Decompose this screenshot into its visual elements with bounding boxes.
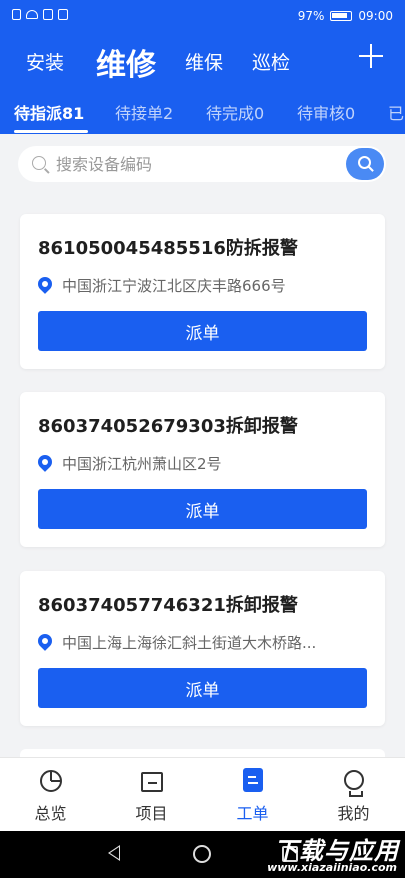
pie-chart-icon: [40, 770, 62, 792]
work-order-address: 中国浙江宁波江北区庆丰路666号: [62, 277, 286, 295]
user-icon: [344, 770, 364, 797]
status-tabs: 待指派81 待接单2 待完成0 待审核0 已: [0, 96, 405, 134]
active-tab-indicator: [14, 130, 88, 133]
category-install[interactable]: 安装: [26, 48, 64, 75]
search-button[interactable]: [346, 148, 384, 180]
work-order-address: 中国浙江杭州萧山区2号: [62, 455, 222, 473]
nav-projects[interactable]: 项目: [101, 758, 202, 832]
location-pin-icon: [35, 274, 55, 294]
status-bar: 97% 09:00: [0, 0, 405, 34]
work-order-title: 860374057746321拆卸报警: [38, 595, 298, 616]
nfc-icon: [43, 9, 53, 20]
status-icons-right: 97% 09:00: [298, 9, 393, 23]
category-inspection[interactable]: 巡检: [252, 48, 290, 75]
watermark: 下载与应用 www.xiazaiiniao.com: [251, 831, 401, 878]
search-bar: [18, 146, 386, 182]
location-pin-icon: [35, 452, 55, 472]
system-nav-bar: 下载与应用 www.xiazaiiniao.com: [0, 831, 405, 878]
work-order-title: 860374052679303拆卸报警: [38, 416, 298, 437]
clock: 09:00: [358, 9, 393, 23]
nav-label: 工单: [236, 804, 269, 823]
home-icon[interactable]: [193, 845, 211, 863]
vibrate-icon: [58, 9, 68, 20]
tab-to-assign[interactable]: 待指派81: [14, 100, 84, 124]
tab-to-complete[interactable]: 待完成0: [206, 100, 264, 124]
nav-label: 项目: [135, 804, 168, 823]
tab-to-accept[interactable]: 待接单2: [115, 100, 173, 124]
nav-label: 总览: [34, 804, 67, 823]
nav-overview[interactable]: 总览: [0, 758, 101, 832]
work-order-card: 860374052679303拆卸报警 中国浙江杭州萧山区2号 派单: [20, 392, 385, 547]
work-order-address: 中国上海上海徐汇斜土街道大木桥路...: [62, 634, 317, 652]
dispatch-button[interactable]: 派单: [38, 668, 367, 708]
search-icon: [32, 156, 46, 170]
wifi-icon: [26, 10, 38, 19]
category-maintenance[interactable]: 维保: [185, 48, 223, 75]
back-icon[interactable]: [108, 845, 120, 861]
tab-overflow[interactable]: 已: [388, 100, 404, 124]
folder-icon: [141, 772, 163, 792]
battery-icon: [330, 11, 353, 21]
add-icon[interactable]: [359, 44, 383, 68]
battery-percent: 97%: [297, 9, 325, 23]
category-nav: 安装 维修 维保 巡检: [0, 40, 405, 84]
nav-work-orders[interactable]: 工单: [202, 758, 303, 832]
dispatch-button[interactable]: 派单: [38, 311, 367, 351]
location-pin-icon: [35, 631, 55, 651]
dispatch-button[interactable]: 派单: [38, 489, 367, 529]
nav-label: 我的: [337, 804, 370, 823]
category-repair[interactable]: 维修: [96, 40, 156, 84]
work-order-card: 860374057746321拆卸报警 中国上海上海徐汇斜土街道大木桥路... …: [20, 571, 385, 726]
tab-to-review[interactable]: 待审核0: [297, 100, 355, 124]
magnifier-icon: [358, 156, 371, 169]
work-order-title: 861050045485516防拆报警: [38, 238, 298, 259]
sim-icon: [12, 9, 21, 20]
watermark-url: www.xiazaiiniao.com: [267, 861, 397, 874]
work-order-card: 861050045485516防拆报警 中国浙江宁波江北区庆丰路666号 派单: [20, 214, 385, 369]
status-icons-left: [12, 9, 68, 20]
nav-profile[interactable]: 我的: [303, 758, 404, 832]
bottom-nav: 总览 项目 工单 我的: [0, 757, 405, 831]
search-input[interactable]: [56, 146, 336, 182]
document-icon: [243, 768, 263, 792]
app-header: 97% 09:00 安装 维修 维保 巡检 待指派81 待接单2 待完成0 待审…: [0, 0, 405, 134]
